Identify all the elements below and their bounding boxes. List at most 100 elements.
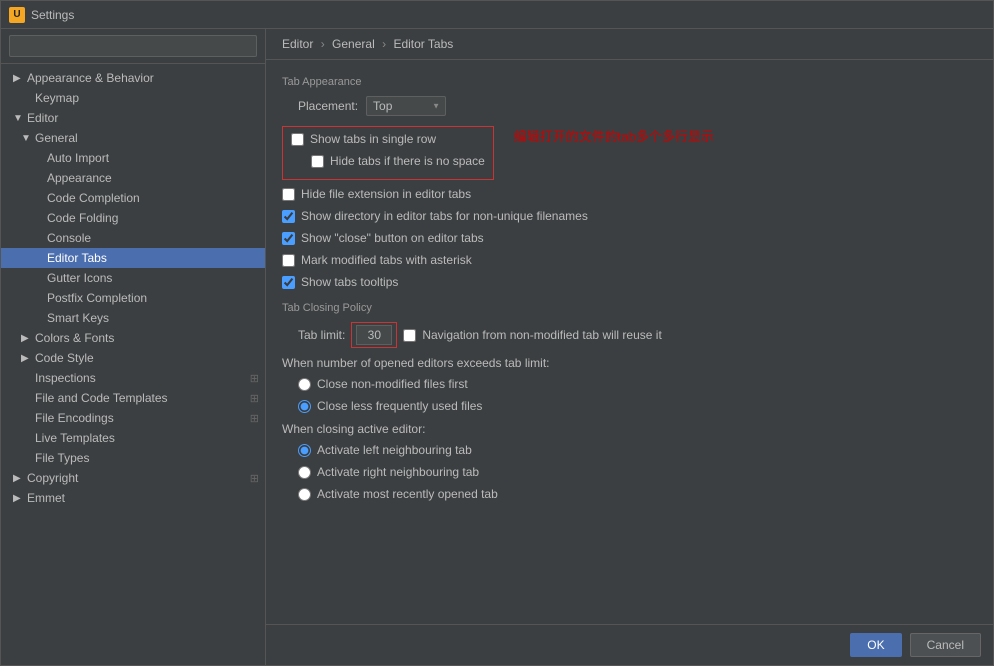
option-activate-right: Activate right neighbouring tab bbox=[298, 464, 977, 480]
settings-icon: ⊞ bbox=[250, 372, 259, 385]
sidebar-item-auto-import[interactable]: Auto Import bbox=[1, 148, 265, 168]
title-bar: U Settings bbox=[1, 1, 993, 29]
show-close-button-checkbox[interactable] bbox=[282, 232, 295, 245]
option-show-tabs-single-row: Show tabs in single row bbox=[291, 131, 485, 147]
option-mark-modified: Mark modified tabs with asterisk bbox=[282, 252, 977, 268]
close-less-frequent-label: Close less frequently used files bbox=[317, 399, 482, 413]
content-area: Editor › General › Editor Tabs Tab Appea… bbox=[266, 29, 993, 665]
placement-row: Placement: Top Bottom Left Right None bbox=[298, 96, 977, 116]
sidebar-item-code-folding[interactable]: Code Folding bbox=[1, 208, 265, 228]
show-tooltips-checkbox[interactable] bbox=[282, 276, 295, 289]
sidebar-item-console[interactable]: Console bbox=[1, 228, 265, 248]
breadcrumb-editor-tabs: Editor Tabs bbox=[393, 37, 453, 51]
tab-limit-row: Tab limit: Navigation from non-modified … bbox=[298, 322, 977, 348]
sidebar-item-label: Postfix Completion bbox=[47, 291, 147, 305]
option-show-directory: Show directory in editor tabs for non-un… bbox=[282, 208, 977, 224]
sidebar-item-label: File Encodings bbox=[35, 411, 114, 425]
sidebar-item-appearance-behavior[interactable]: ▶ Appearance & Behavior bbox=[1, 68, 265, 88]
sidebar-item-keymap[interactable]: Keymap bbox=[1, 88, 265, 108]
tab-limit-box bbox=[351, 322, 397, 348]
sidebar-item-copyright[interactable]: ▶ Copyright ⊞ bbox=[1, 468, 265, 488]
arrow-icon: ▶ bbox=[21, 353, 31, 364]
redbox: Show tabs in single row Hide tabs if the… bbox=[282, 126, 494, 180]
cancel-button[interactable]: Cancel bbox=[910, 633, 981, 657]
show-close-button-label: Show "close" button on editor tabs bbox=[301, 231, 484, 245]
redbox-row: Show tabs in single row Hide tabs if the… bbox=[282, 126, 977, 186]
show-directory-checkbox[interactable] bbox=[282, 210, 295, 223]
hide-file-extension-label: Hide file extension in editor tabs bbox=[301, 187, 471, 201]
search-input[interactable] bbox=[9, 35, 257, 57]
breadcrumb-editor: Editor bbox=[282, 37, 313, 51]
nav-reuse-checkbox[interactable] bbox=[403, 329, 416, 342]
sidebar: ▶ Appearance & Behavior Keymap ▼ Editor … bbox=[1, 29, 266, 665]
settings-panel: Tab Appearance Placement: Top Bottom Lef… bbox=[266, 60, 993, 624]
sidebar-item-file-encodings[interactable]: File Encodings ⊞ bbox=[1, 408, 265, 428]
show-tooltips-label: Show tabs tooltips bbox=[301, 275, 398, 289]
search-box bbox=[1, 29, 265, 64]
hide-file-extension-checkbox[interactable] bbox=[282, 188, 295, 201]
option-show-close-button: Show "close" button on editor tabs bbox=[282, 230, 977, 246]
tab-closing-section-label: Tab Closing Policy bbox=[282, 302, 977, 314]
sidebar-item-postfix-completion[interactable]: Postfix Completion bbox=[1, 288, 265, 308]
mark-modified-label: Mark modified tabs with asterisk bbox=[301, 253, 472, 267]
hide-tabs-no-space-checkbox[interactable] bbox=[311, 155, 324, 168]
close-less-frequent-radio[interactable] bbox=[298, 400, 311, 413]
tab-limit-label: Tab limit: bbox=[298, 328, 345, 342]
nav-reuse-label: Navigation from non-modified tab will re… bbox=[422, 328, 661, 342]
sidebar-item-general[interactable]: ▼ General bbox=[1, 128, 265, 148]
show-directory-label: Show directory in editor tabs for non-un… bbox=[301, 209, 588, 223]
nav-tree: ▶ Appearance & Behavior Keymap ▼ Editor … bbox=[1, 64, 265, 665]
window-title: Settings bbox=[31, 8, 74, 22]
sidebar-item-label: Colors & Fonts bbox=[35, 331, 114, 345]
tab-appearance-section-label: Tab Appearance bbox=[282, 76, 977, 88]
tab-limit-input[interactable] bbox=[356, 325, 392, 345]
sidebar-item-editor[interactable]: ▼ Editor bbox=[1, 108, 265, 128]
ok-button[interactable]: OK bbox=[850, 633, 901, 657]
main-content: ▶ Appearance & Behavior Keymap ▼ Editor … bbox=[1, 29, 993, 665]
breadcrumb-sep2: › bbox=[382, 37, 386, 51]
activate-left-radio[interactable] bbox=[298, 444, 311, 457]
sidebar-item-label: Editor bbox=[27, 111, 58, 125]
option-close-non-modified: Close non-modified files first bbox=[298, 376, 977, 392]
activate-right-label: Activate right neighbouring tab bbox=[317, 465, 479, 479]
show-tabs-single-row-checkbox[interactable] bbox=[291, 133, 304, 146]
settings-icon: ⊞ bbox=[250, 472, 259, 485]
sidebar-item-label: Copyright bbox=[27, 471, 78, 485]
activate-recent-radio[interactable] bbox=[298, 488, 311, 501]
sidebar-item-label: General bbox=[35, 131, 78, 145]
mark-modified-checkbox[interactable] bbox=[282, 254, 295, 267]
activate-right-radio[interactable] bbox=[298, 466, 311, 479]
sidebar-item-editor-tabs[interactable]: Editor Tabs bbox=[1, 248, 265, 268]
annotation-text: 编辑打开的文件的tab多个多行显示 bbox=[514, 126, 714, 145]
placement-label: Placement: bbox=[298, 99, 358, 113]
arrow-icon: ▶ bbox=[13, 493, 23, 504]
sidebar-item-inspections[interactable]: Inspections ⊞ bbox=[1, 368, 265, 388]
breadcrumb-sep1: › bbox=[321, 37, 325, 51]
when-closing-label: When closing active editor: bbox=[282, 422, 977, 436]
arrow-icon: ▶ bbox=[21, 333, 31, 344]
breadcrumb: Editor › General › Editor Tabs bbox=[266, 29, 993, 60]
breadcrumb-general: General bbox=[332, 37, 375, 51]
sidebar-item-emmet[interactable]: ▶ Emmet bbox=[1, 488, 265, 508]
close-options: Close non-modified files first Close les… bbox=[298, 376, 977, 414]
sidebar-item-file-types[interactable]: File Types bbox=[1, 448, 265, 468]
sidebar-item-label: File Types bbox=[35, 451, 89, 465]
close-non-modified-label: Close non-modified files first bbox=[317, 377, 468, 391]
activate-recent-label: Activate most recently opened tab bbox=[317, 487, 498, 501]
sidebar-item-code-completion[interactable]: Code Completion bbox=[1, 188, 265, 208]
sidebar-item-file-code-templates[interactable]: File and Code Templates ⊞ bbox=[1, 388, 265, 408]
sidebar-item-smart-keys[interactable]: Smart Keys bbox=[1, 308, 265, 328]
sidebar-item-live-templates[interactable]: Live Templates bbox=[1, 428, 265, 448]
option-hide-tabs-no-space: Hide tabs if there is no space bbox=[291, 153, 485, 169]
sidebar-item-colors-fonts[interactable]: ▶ Colors & Fonts bbox=[1, 328, 265, 348]
sidebar-item-gutter-icons[interactable]: Gutter Icons bbox=[1, 268, 265, 288]
sidebar-item-label: Keymap bbox=[35, 91, 79, 105]
sidebar-item-code-style[interactable]: ▶ Code Style bbox=[1, 348, 265, 368]
close-non-modified-radio[interactable] bbox=[298, 378, 311, 391]
settings-window: U Settings ▶ Appearance & Behavior Keyma… bbox=[0, 0, 994, 666]
settings-icon: ⊞ bbox=[250, 412, 259, 425]
placement-select[interactable]: Top Bottom Left Right None bbox=[366, 96, 446, 116]
settings-icon: ⊞ bbox=[250, 392, 259, 405]
arrow-icon: ▼ bbox=[13, 113, 23, 124]
sidebar-item-appearance[interactable]: Appearance bbox=[1, 168, 265, 188]
